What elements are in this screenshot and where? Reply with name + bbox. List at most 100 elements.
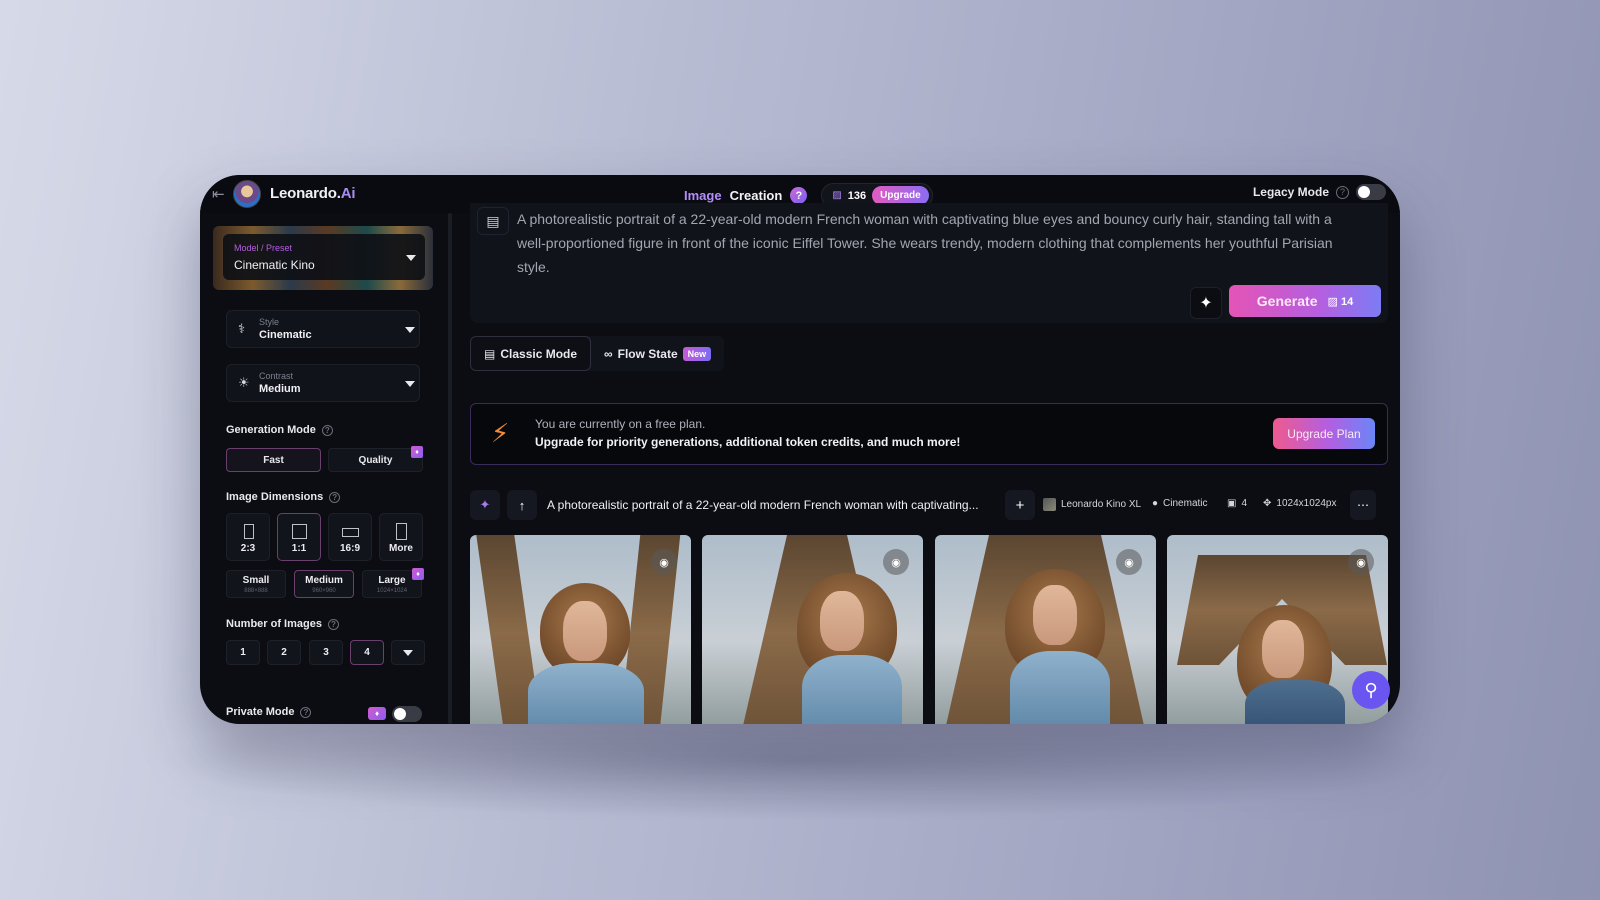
generated-image[interactable]: ◉ [470,535,691,724]
help-circle-icon[interactable]: ? [1336,185,1349,199]
chevron-down-icon [405,381,415,387]
aspect-ratio-group: 2:3 1:1 16:9 More [226,513,426,561]
eye-icon[interactable]: ◉ [883,549,909,575]
sparkles-icon[interactable]: ✦ [1190,287,1222,319]
aspect-ratio-label: 1:1 [291,543,307,554]
private-mode-toggle[interactable] [392,706,422,722]
sidebar-scrollbar[interactable] [448,213,452,724]
image-jacket [1245,680,1345,724]
generate-label: Generate [1256,293,1318,309]
eye-icon[interactable]: ◉ [1348,549,1374,575]
more-ratio-icon [396,523,407,540]
search-icon[interactable]: ⚲ [1352,671,1390,709]
image-jacket [1010,651,1110,724]
generate-cost: ▨ 14 [1328,295,1354,308]
aspect-ratio-more[interactable]: More [379,513,423,561]
prompt-panel: ▤ A photorealistic portrait of a 22-year… [470,203,1388,323]
generation-dimensions-label: 1024x1024px [1276,498,1337,509]
prompt-input[interactable]: A photorealistic portrait of a 22-year-o… [517,207,1357,279]
lightning-bolt-icon: ⚡ [491,418,510,448]
banner-line-2: Upgrade for priority generations, additi… [535,435,961,449]
upgrade-plan-button[interactable]: Upgrade Plan [1273,418,1375,449]
sun-icon: ☀ [238,375,250,390]
generation-style-label: Cinematic [1163,498,1208,509]
size-small[interactable]: Small 888×888 [226,570,286,598]
num-images-1[interactable]: 1 [226,640,260,665]
image-face [563,601,607,661]
chevron-down-icon [405,327,415,333]
help-circle-icon[interactable]: ? [321,424,333,436]
private-mode-heading: Private Mode ? [226,706,312,718]
eye-icon[interactable]: ◉ [1116,549,1142,575]
generation-model-label: Leonardo Kino XL [1061,499,1142,510]
number-of-images-heading: Number of Images ? [226,618,339,630]
generation-mode-fast[interactable]: Fast [226,448,321,472]
app-window: ⇤ Leonardo.Ai Image Creation ? ▨ 136 Upg… [200,175,1400,724]
generate-cost-value: 14 [1340,295,1354,308]
private-mode-row: Private Mode ? ♦ [226,706,422,724]
model-thumbnail [1043,498,1056,511]
help-circle-icon[interactable]: ? [327,618,339,630]
num-images-3[interactable]: 3 [309,640,343,665]
arrow-up-icon[interactable]: ↑ [507,490,537,520]
size-medium[interactable]: Medium 960×960 [294,570,354,598]
image-dimensions-label: Image Dimensions [226,491,324,503]
image-jacket [528,663,644,724]
infinity-icon: ∞ [604,346,613,361]
num-images-4[interactable]: 4 [350,640,384,665]
brand-logo [233,180,261,208]
help-button[interactable]: ? [790,187,808,204]
brand-name-suffix: Ai [340,185,356,202]
aspect-ratio-label: More [389,543,413,554]
aspect-ratio-2-3[interactable]: 2:3 [226,513,270,561]
image-jacket [802,655,902,724]
tab-classic-mode[interactable]: ▤ Classic Mode [470,336,592,371]
size-label: Small [242,575,270,586]
gem-icon: ♦ [411,446,423,458]
generated-image[interactable]: ◉ [935,535,1156,724]
tab-flow-state[interactable]: ∞ Flow State New [591,336,724,371]
model-preset-value: Cinematic Kino [234,258,315,272]
aspect-ratio-1-1[interactable]: 1:1 [277,513,321,561]
number-of-images-group: 1 2 3 4 [226,640,426,665]
image-dimensions-heading: Image Dimensions ? [226,491,341,503]
generation-dimensions: ✥ 1024x1024px [1263,498,1336,509]
token-icon: ▨ [1327,295,1341,308]
style-select[interactable]: ⚕ Style Cinematic [226,310,420,348]
num-images-more[interactable] [391,640,425,665]
generation-count-label: 4 [1241,498,1248,509]
arrow-left-icon[interactable]: ⇤ [212,185,225,203]
help-circle-icon[interactable]: ? [300,706,312,718]
tab-flow-state-label: Flow State [617,346,678,361]
image-face [820,591,864,651]
gem-icon: ♦ [412,568,424,580]
legacy-mode-toggle[interactable] [1356,184,1386,200]
aspect-ratio-16-9[interactable]: 16:9 [328,513,372,561]
mode-tabs: ▤ Classic Mode ∞ Flow State New [470,336,725,371]
gem-icon: ♦ [368,707,386,720]
help-circle-icon[interactable]: ? [329,491,341,503]
generation-mode-heading: Generation Mode ? [226,424,333,436]
chevron-down-icon [403,649,413,656]
generated-image[interactable]: ◉ [702,535,923,724]
magic-wand-icon[interactable]: ✦ [470,490,500,520]
brand-name-main: Leonardo. [270,185,341,202]
plus-icon[interactable]: + [1005,490,1035,520]
more-options-icon[interactable]: ⋯ [1350,490,1376,520]
generation-mode-quality[interactable]: Quality [328,448,423,472]
image-grid: ◉ ◉ ◉ ◉ [470,535,1388,724]
num-images-2[interactable]: 2 [267,640,301,665]
eye-icon[interactable]: ◉ [651,549,677,575]
token-icon: ▨ [832,190,842,201]
contrast-select[interactable]: ☀ Contrast Medium [226,364,420,402]
image-prompt-icon[interactable]: ▤ [477,207,509,235]
legacy-mode-label: Legacy Mode [1252,185,1329,199]
private-mode-label: Private Mode [226,706,295,718]
portrait-ratio-icon [244,524,254,539]
square-ratio-icon [292,524,307,539]
generate-button[interactable]: Generate ▨ 14 [1229,285,1381,317]
droplet-icon: ● [1152,498,1159,509]
flask-icon: ⚕ [238,321,246,336]
model-preset-card[interactable]: Model / Preset Cinematic Kino [213,226,433,290]
model-preset-select[interactable]: Model / Preset Cinematic Kino [223,234,425,280]
